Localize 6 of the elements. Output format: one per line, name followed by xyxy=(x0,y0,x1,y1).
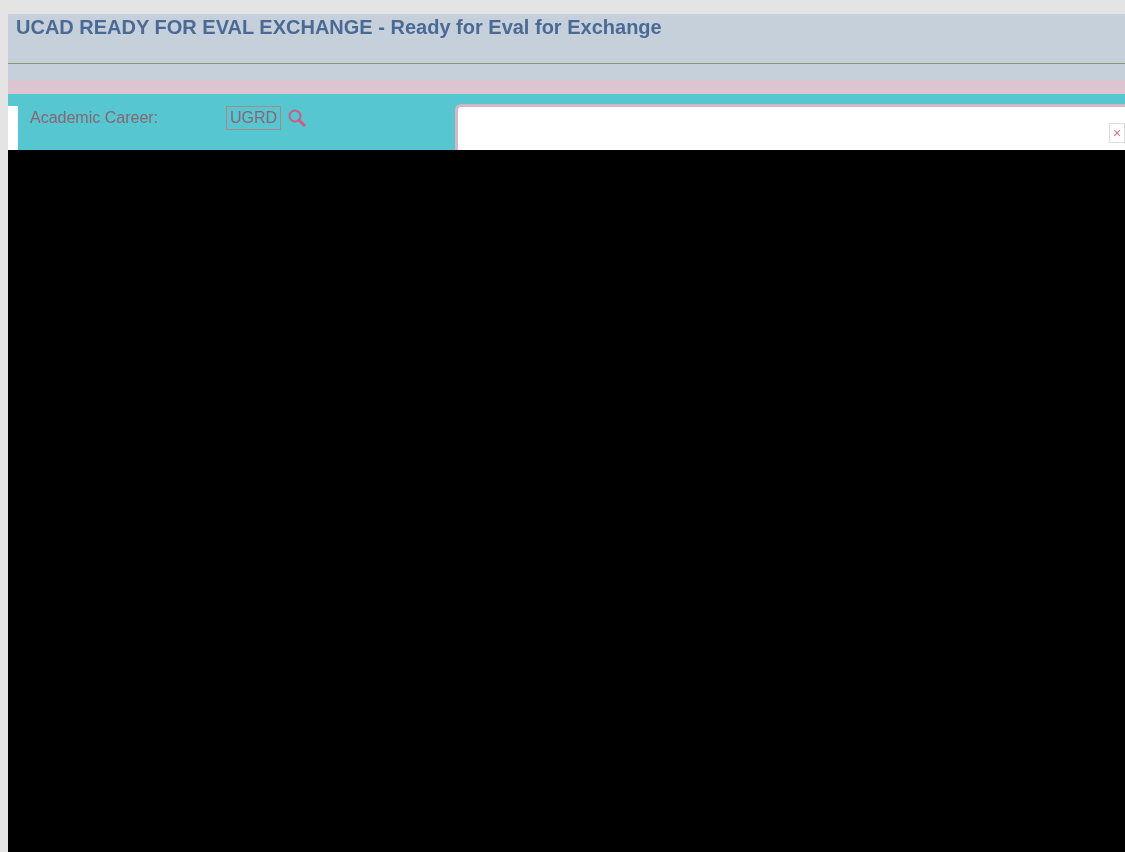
close-button[interactable]: × xyxy=(1109,123,1125,143)
side-panel xyxy=(8,106,18,150)
input-field[interactable]: UGRD xyxy=(226,106,282,130)
page-title: UCAD READY FOR EVAL EXCHANGE - Ready for Eval for Exchange xyxy=(16,15,663,39)
search-icon[interactable] xyxy=(287,108,308,128)
field-label: Academic Career: xyxy=(30,109,160,127)
